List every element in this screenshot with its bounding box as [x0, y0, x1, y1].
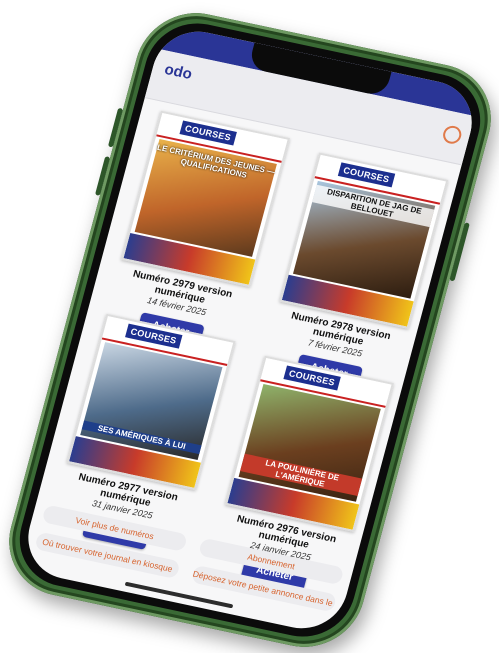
power-button: [449, 222, 470, 282]
issue-cover[interactable]: COURSES LE CRITÉRIUM DES JEUNES — QUALIF…: [121, 110, 291, 288]
cover-logo: COURSES: [283, 365, 341, 391]
menu-icon[interactable]: [441, 124, 464, 146]
phone-mockup-stage: odo COURSES LE CRITÉRIUM DES JEUNES — QU…: [0, 0, 499, 653]
issue-cover[interactable]: COURSES SES AMÉRIQUES À LUI: [66, 313, 236, 491]
volume-up-button: [107, 107, 124, 148]
issue-cover[interactable]: COURSES LA POULINIÈRE DE L'AMÉRIQUE: [224, 355, 394, 533]
phone-bezel: odo COURSES LE CRITÉRIUM DES JEUNES — QU…: [8, 14, 492, 646]
app-screen: odo COURSES LE CRITÉRIUM DES JEUNES — QU…: [18, 23, 482, 637]
phone-frame: odo COURSES LE CRITÉRIUM DES JEUNES — QU…: [0, 2, 499, 653]
cover-logo: COURSES: [125, 323, 183, 349]
page-title: odo: [162, 60, 194, 84]
volume-down-button: [94, 156, 111, 196]
cover-logo: COURSES: [337, 162, 395, 188]
cover-logo: COURSES: [179, 120, 237, 146]
issue-cover[interactable]: COURSES DISPARITION DE JAG DE BELLOUET: [279, 152, 449, 329]
